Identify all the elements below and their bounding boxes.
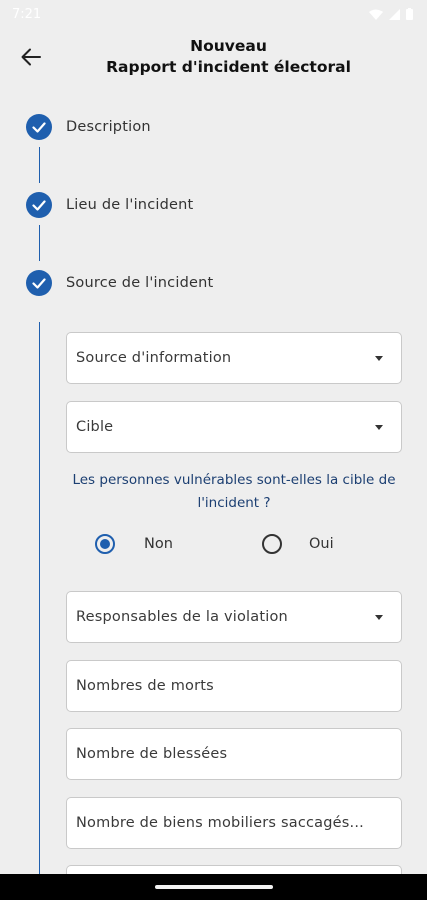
step-source[interactable]: Source de l'incident [26, 269, 213, 297]
status-time: 7:21 [12, 6, 42, 22]
input-placeholder: Nombres de morts [76, 678, 214, 694]
back-button[interactable] [16, 42, 46, 72]
vulnerable-persons-question: Les personnes vulnérables sont-elles la … [72, 472, 396, 511]
radio-button-unchecked[interactable] [262, 534, 282, 554]
step-content-connector [38, 322, 40, 874]
status-icons [369, 8, 413, 20]
home-gesture-handle[interactable] [155, 885, 273, 889]
dropdown-label: Source d'information [76, 350, 232, 366]
step-description[interactable]: Description [26, 113, 151, 141]
cible-dropdown[interactable]: Cible [66, 401, 402, 453]
radio-non[interactable]: Non [95, 534, 173, 554]
status-bar: 7:21 [0, 0, 427, 28]
wifi-icon [369, 9, 383, 20]
input-placeholder: Nombre de blessées [76, 746, 228, 762]
step-label: Description [66, 119, 151, 135]
responsables-dropdown[interactable]: Responsables de la violation [66, 591, 402, 643]
input-placeholder: Nombre de biens mobiliers saccagés... [76, 815, 364, 831]
step-completed-badge [26, 270, 52, 296]
signal-icon [389, 8, 400, 20]
radio-oui[interactable]: Oui [262, 534, 334, 554]
check-icon [32, 277, 46, 289]
check-icon [32, 199, 46, 211]
arrow-left-icon [21, 48, 41, 66]
step-lieu[interactable]: Lieu de l'incident [26, 191, 193, 219]
step-completed-badge [26, 192, 52, 218]
step-completed-badge [26, 114, 52, 140]
system-navigation-bar [0, 874, 427, 900]
check-icon [32, 121, 46, 133]
step-connector [38, 225, 40, 261]
dropdown-label: Cible [76, 419, 114, 435]
radio-button-checked[interactable] [95, 534, 115, 554]
nombre-blessees-input[interactable]: Nombre de blessées [66, 728, 402, 780]
radio-label: Non [144, 536, 173, 552]
dropdown-arrow-icon [375, 424, 383, 430]
nombre-morts-input[interactable]: Nombres de morts [66, 660, 402, 712]
step-label: Source de l'incident [66, 275, 214, 291]
step-label: Lieu de l'incident [66, 197, 194, 213]
page-title: Nouveau Rapport d'incident électoral [50, 36, 407, 78]
biens-mobiliers-input[interactable]: Nombre de biens mobiliers saccagés... [66, 797, 402, 849]
dropdown-arrow-icon [375, 614, 383, 620]
radio-label: Oui [309, 536, 334, 552]
battery-icon [406, 8, 413, 20]
source-information-dropdown[interactable]: Source d'information [66, 332, 402, 384]
dropdown-arrow-icon [375, 355, 383, 361]
step-connector [38, 147, 40, 183]
title-line-2: Rapport d'incident électoral [106, 58, 351, 76]
dropdown-label: Responsables de la violation [76, 609, 288, 625]
title-line-1: Nouveau [190, 37, 267, 55]
app-header: Nouveau Rapport d'incident électoral [0, 30, 427, 92]
vulnerable-persons-radio-group: Non Oui [95, 534, 395, 558]
